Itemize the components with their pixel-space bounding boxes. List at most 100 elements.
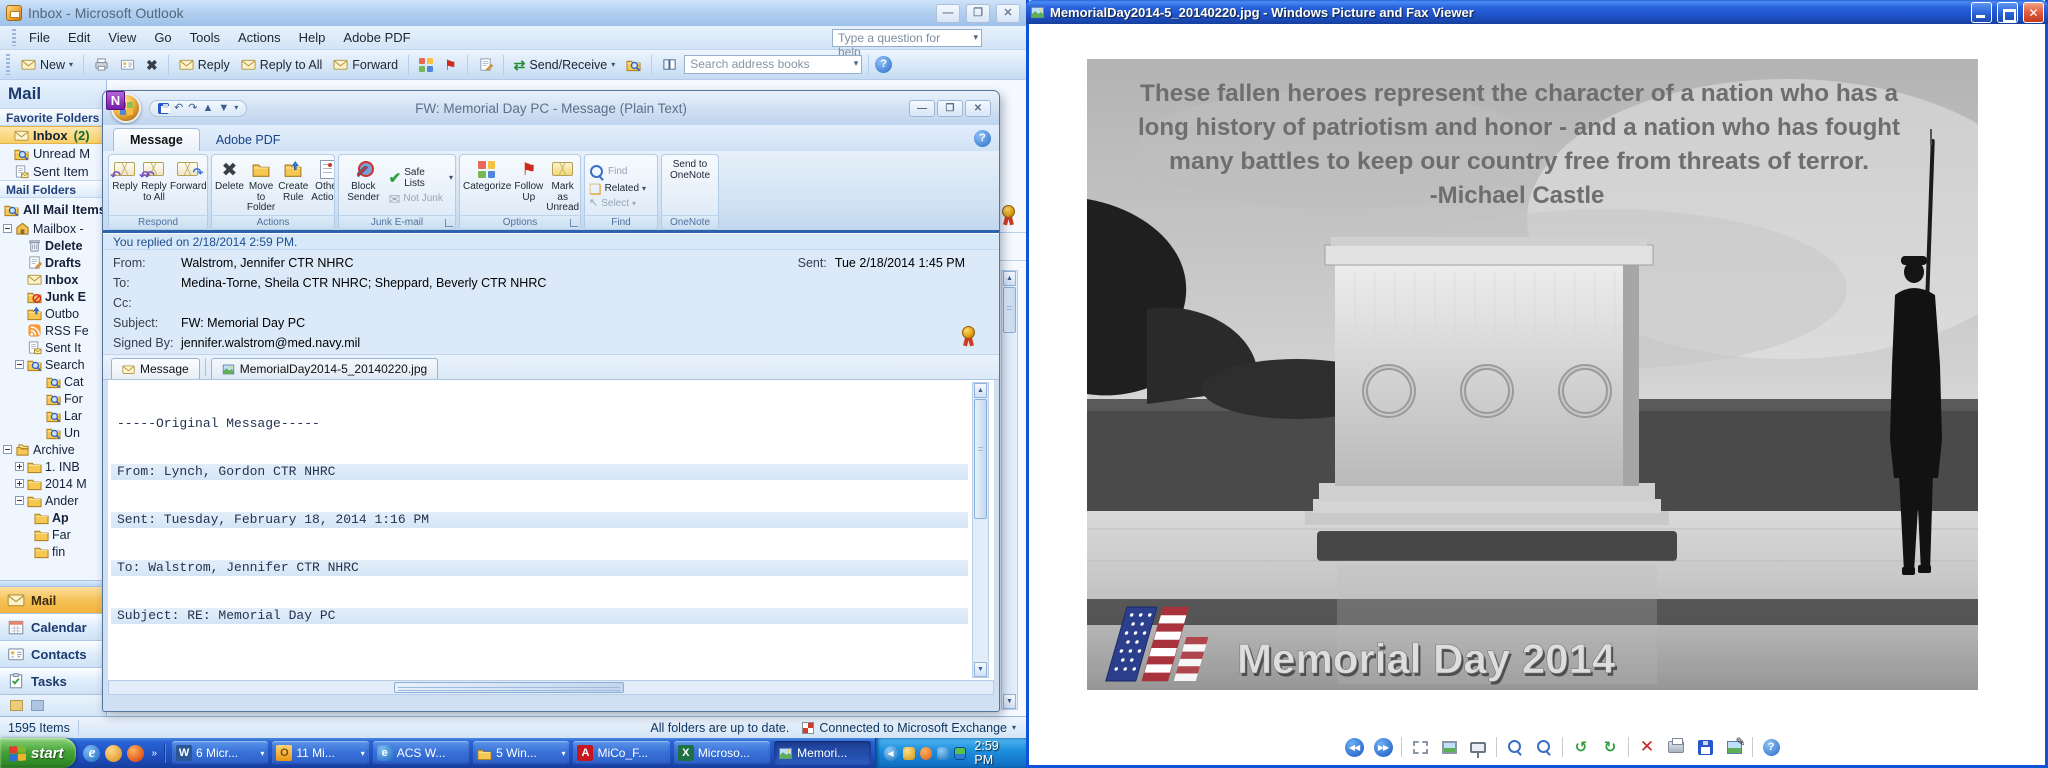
previous-image-button[interactable]: ◀◀ bbox=[1343, 736, 1365, 758]
scroll-up-arrow[interactable]: ▲ bbox=[1003, 271, 1016, 286]
quick-launch-chevron[interactable]: » bbox=[149, 748, 159, 759]
nav-button-contacts[interactable]: Contacts bbox=[0, 640, 106, 667]
search-address-books-input[interactable]: Search address books bbox=[684, 55, 863, 74]
tree-item-inbox[interactable]: Inbox bbox=[0, 271, 106, 288]
viewer-help-button[interactable]: ? bbox=[1760, 736, 1782, 758]
favorite-folders-header[interactable]: Favorite Folders bbox=[0, 108, 106, 126]
tree-item-search-sub[interactable]: Un bbox=[0, 424, 106, 441]
favorite-inbox[interactable]: Inbox (2) bbox=[0, 126, 106, 144]
address-card-button[interactable] bbox=[116, 55, 139, 74]
next-item-icon[interactable]: ▼ bbox=[218, 102, 229, 114]
select-button[interactable]: ↖ Select ▾ bbox=[587, 197, 655, 209]
help-icon[interactable]: ? bbox=[875, 56, 893, 73]
forward-button[interactable]: ↷ Forward bbox=[169, 157, 207, 215]
tree-item-rss[interactable]: RSS Fe bbox=[0, 322, 106, 339]
block-sender-button[interactable]: Block Sender bbox=[341, 157, 386, 215]
qat-customize-arrow[interactable]: ▾ bbox=[234, 104, 238, 112]
scroll-up-arrow[interactable]: ▲ bbox=[974, 383, 987, 398]
taskbar-button-outlook-group[interactable]: O 11 Mi... ▾ bbox=[272, 741, 369, 765]
follow-up-toolbar-button[interactable]: ⚑ bbox=[440, 56, 461, 74]
nav-button-calendar[interactable]: Calendar bbox=[0, 613, 106, 640]
viewer-minimize-button[interactable] bbox=[1971, 1, 1992, 23]
tree-item-search-sub[interactable]: Lar bbox=[0, 407, 106, 424]
edit-image-button[interactable] bbox=[1723, 735, 1746, 758]
reply-toolbar-button[interactable]: Reply bbox=[175, 55, 234, 74]
ribbon-help-icon[interactable]: ? bbox=[974, 130, 991, 147]
hscroll-thumb[interactable] bbox=[394, 682, 624, 693]
tree-item-drafts[interactable]: Drafts bbox=[0, 254, 106, 271]
zoom-in-button[interactable] bbox=[1504, 736, 1526, 758]
create-rule-button[interactable]: Create Rule bbox=[277, 157, 309, 215]
print-image-button[interactable] bbox=[1665, 736, 1687, 758]
tree-item-search-sub[interactable]: Cat bbox=[0, 373, 106, 390]
tree-item-outbox[interactable]: Outbo bbox=[0, 305, 106, 322]
collapse-toggle[interactable] bbox=[15, 496, 24, 505]
exchange-status-arrow[interactable]: ▾ bbox=[1012, 723, 1016, 732]
viewer-close-button[interactable] bbox=[2023, 1, 2044, 23]
message-view-tab[interactable]: Message bbox=[111, 358, 200, 379]
firefox-icon[interactable] bbox=[127, 744, 145, 762]
collapse-toggle[interactable] bbox=[3, 224, 12, 233]
tree-item-archive-sub[interactable]: 2014 M bbox=[0, 475, 106, 492]
collapse-toggle[interactable] bbox=[15, 360, 24, 369]
delete-button[interactable]: ✖ bbox=[142, 56, 162, 74]
viewer-restore-button[interactable] bbox=[1997, 1, 2018, 23]
journal-button[interactable] bbox=[474, 55, 497, 74]
exchange-status[interactable]: Connected to Microsoft Exchange bbox=[819, 721, 1007, 735]
expand-toggle[interactable] bbox=[15, 479, 24, 488]
tree-item-mailbox[interactable]: Mailbox - bbox=[0, 220, 106, 237]
nav-button-tasks[interactable]: Tasks bbox=[0, 667, 106, 694]
message-minimize-button[interactable]: — bbox=[909, 99, 935, 117]
internet-explorer-icon[interactable]: e bbox=[83, 744, 101, 762]
taskbar-button-explorer-group[interactable]: 5 Win... ▾ bbox=[473, 741, 570, 765]
inbox-list-scrollbar[interactable]: ▲ ▼ bbox=[1001, 270, 1018, 710]
send-receive-button[interactable]: ⇄ Send/Receive ▾ bbox=[510, 56, 620, 74]
tab-adobe-pdf[interactable]: Adobe PDF bbox=[200, 129, 297, 151]
rotate-clockwise-button[interactable]: ↻ bbox=[1599, 736, 1621, 758]
question-help-input[interactable]: Type a question for help bbox=[832, 29, 982, 59]
tree-item-folder[interactable]: fin bbox=[0, 543, 106, 560]
taskbar-button-word-group[interactable]: W6 Micr... ▾ bbox=[172, 741, 269, 765]
message-maximize-button[interactable]: ❐ bbox=[937, 99, 963, 117]
favorite-sent-items[interactable]: Sent Item bbox=[0, 162, 106, 180]
all-mail-items-selector[interactable]: All Mail Items bbox=[0, 198, 106, 220]
tree-item-folder[interactable]: Ap bbox=[0, 509, 106, 526]
hidden-icons-chevron[interactable]: ◀ bbox=[883, 745, 898, 761]
scroll-down-arrow[interactable]: ▼ bbox=[1003, 694, 1016, 709]
taskbar-button-browser[interactable]: e ACS W... bbox=[372, 741, 470, 765]
navpane-mini-buttons[interactable] bbox=[0, 694, 106, 716]
message-close-button[interactable]: ✕ bbox=[965, 99, 991, 117]
slideshow-button[interactable] bbox=[1467, 736, 1489, 758]
safe-lists-button[interactable]: ✔ Safe Lists ▾ bbox=[387, 167, 453, 189]
send-receive-dropdown-arrow[interactable]: ▾ bbox=[611, 60, 615, 69]
redo-icon[interactable]: ↷ bbox=[188, 102, 197, 114]
certificate-icon[interactable] bbox=[962, 326, 975, 339]
move-to-folder-button[interactable]: Move to Folder bbox=[246, 157, 276, 215]
new-dropdown-arrow[interactable]: ▾ bbox=[69, 60, 73, 69]
expand-toggle[interactable] bbox=[15, 462, 24, 471]
security-shield-icon[interactable] bbox=[902, 746, 915, 760]
outlook-minimize-button[interactable]: — bbox=[936, 3, 960, 23]
reply-all-toolbar-button[interactable]: Reply to All bbox=[237, 55, 327, 74]
tree-item-archive[interactable]: Archive bbox=[0, 441, 106, 458]
start-button[interactable]: start bbox=[0, 738, 77, 768]
reply-button[interactable]: ↶ Reply bbox=[110, 157, 139, 215]
address-book-button[interactable] bbox=[658, 55, 681, 74]
other-actions-button[interactable]: Other Actions bbox=[310, 157, 334, 215]
network-icon[interactable] bbox=[954, 746, 967, 760]
zoom-out-button[interactable] bbox=[1533, 736, 1555, 758]
outlook-close-button[interactable]: ✕ bbox=[996, 3, 1020, 23]
best-fit-button[interactable] bbox=[1409, 736, 1431, 758]
message-body[interactable]: -----Original Message----- From: Lynch, … bbox=[103, 380, 999, 680]
taskbar-button-excel[interactable]: X Microso... bbox=[673, 741, 771, 765]
taskbar-clock[interactable]: 2:59 PM bbox=[971, 739, 1018, 767]
rotate-counterclockwise-button[interactable]: ↺ bbox=[1570, 736, 1592, 758]
new-button[interactable]: New ▾ bbox=[17, 55, 77, 74]
follow-up-button[interactable]: ⚑ Follow Up bbox=[513, 157, 544, 215]
scroll-thumb[interactable] bbox=[1003, 287, 1016, 333]
mail-folders-header[interactable]: Mail Folders bbox=[0, 180, 106, 198]
outlook-restore-button[interactable]: ❐ bbox=[966, 3, 990, 23]
menu-tools[interactable]: Tools bbox=[181, 28, 229, 47]
tab-message[interactable]: Message bbox=[113, 128, 200, 151]
save-copy-button[interactable] bbox=[1694, 736, 1716, 758]
